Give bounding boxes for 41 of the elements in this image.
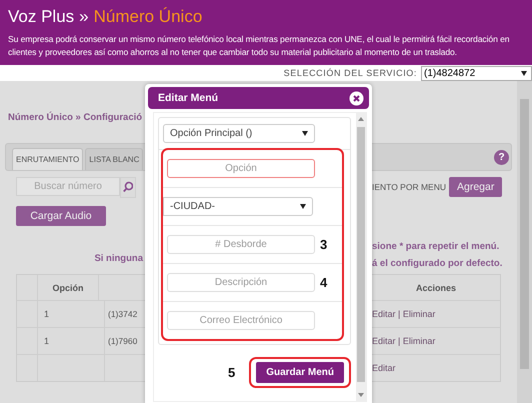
- table-cell: (1)7960: [108, 336, 138, 346]
- table-cell: 1: [44, 336, 50, 346]
- dropdown-icon: [521, 70, 527, 76]
- scrollbar[interactable]: [517, 81, 532, 403]
- option-select[interactable]: Opción Principal (): [163, 124, 315, 143]
- close-icon[interactable]: [349, 90, 364, 106]
- breadcrumb: Número Único » Configuració: [8, 112, 142, 123]
- dropdown-icon: [300, 204, 306, 209]
- scrollbar[interactable]: [356, 113, 366, 401]
- tab[interactable]: LISTA BLANC: [85, 148, 144, 170]
- search-button[interactable]: [120, 176, 136, 198]
- annotation-number: 3: [320, 237, 328, 252]
- dropdown-icon: [302, 131, 308, 136]
- note-text: á el configurado por defecto.: [372, 258, 502, 269]
- help-button[interactable]: ?: [494, 150, 509, 164]
- title-separator: »: [79, 7, 89, 27]
- upload-audio-button[interactable]: Cargar Audio: [16, 206, 106, 226]
- save-menu-button[interactable]: Guardar Menú: [256, 362, 344, 383]
- service-label: SELECCIÓN DEL SERVICIO:: [284, 68, 417, 78]
- dialog-title: Editar Menú: [158, 92, 218, 104]
- column-header: Acciones: [416, 282, 456, 292]
- column-header: Opción: [52, 282, 84, 292]
- action-links[interactable]: Editar: [372, 363, 396, 373]
- input-field[interactable]: Opción: [167, 159, 315, 178]
- annotation-number: 4: [320, 275, 328, 290]
- action-links[interactable]: Editar | Eliminar: [372, 309, 436, 319]
- tab[interactable]: ENRUTAMIENTO: [12, 148, 84, 170]
- search-icon: [123, 181, 133, 193]
- add-button[interactable]: Agregar: [449, 177, 502, 197]
- section-title: Número Único: [94, 7, 202, 27]
- note-text: Si ninguna: [94, 253, 143, 266]
- action-links[interactable]: Editar | Eliminar: [372, 336, 436, 346]
- table-cell: (1)3742: [108, 309, 138, 319]
- note-text: sione * para repetir el menú.: [372, 241, 500, 252]
- page-title: Voz Plus: [8, 7, 74, 27]
- annotation-number: 5: [228, 365, 236, 380]
- city-select[interactable]: -CIUDAD-: [163, 197, 313, 216]
- routing-label: IENTO POR MENU: [372, 182, 446, 192]
- description: Su empresa podrá conservar un mismo número telefónico local mientras permanezca con UNE, el cual le permitirá fácil recordación en clientes y proveedores así como ahorros al no tener que cambiar todo su material publicitario al momento de un traslado.: [8, 33, 510, 59]
- table-cell: 1: [44, 309, 50, 319]
- search-field[interactable]: Buscar número: [16, 176, 120, 196]
